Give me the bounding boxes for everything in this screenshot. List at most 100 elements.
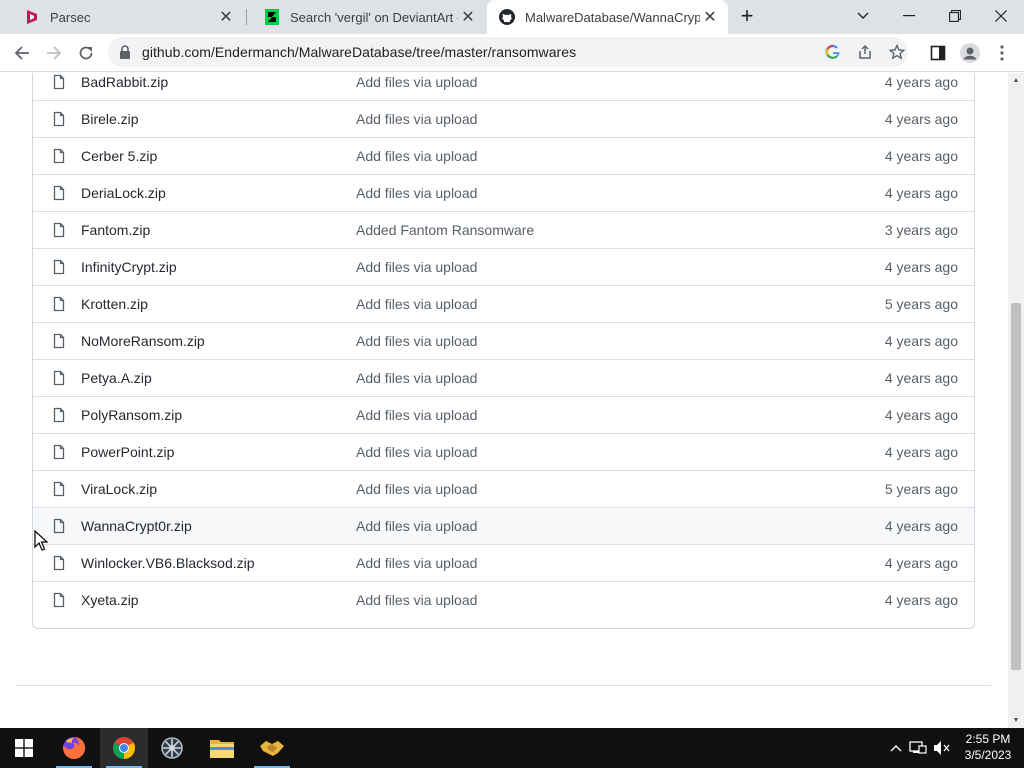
profile-avatar-icon[interactable] bbox=[956, 39, 984, 67]
file-row[interactable]: Xyeta.zip Add files via upload 4 years ago bbox=[33, 581, 974, 618]
commit-message-link[interactable]: Add files via upload bbox=[356, 185, 477, 201]
commit-message-link[interactable]: Add files via upload bbox=[356, 481, 477, 497]
close-window-icon[interactable] bbox=[978, 0, 1024, 32]
system-clock[interactable]: 2:55 PM 3/5/2023 bbox=[960, 731, 1016, 763]
commit-age: 4 years ago bbox=[884, 74, 958, 90]
back-icon[interactable] bbox=[8, 39, 36, 67]
commit-message-link[interactable]: Add files via upload bbox=[356, 148, 477, 164]
commit-message-link[interactable]: Add files via upload bbox=[356, 296, 477, 312]
file-icon bbox=[53, 481, 65, 497]
minimize-icon[interactable] bbox=[886, 0, 932, 32]
commit-age: 4 years ago bbox=[884, 259, 958, 275]
tab-title: Parsec bbox=[50, 9, 91, 25]
file-name-link[interactable]: Fantom.zip bbox=[81, 222, 150, 238]
file-name-link[interactable]: InfinityCrypt.zip bbox=[81, 259, 177, 275]
file-name-link[interactable]: Winlocker.VB6.Blacksod.zip bbox=[81, 555, 255, 571]
mouse-cursor-icon bbox=[34, 530, 48, 551]
file-name-link[interactable]: WannaCrypt0r.zip bbox=[81, 518, 192, 534]
handshake-app-icon[interactable] bbox=[248, 728, 296, 768]
file-row[interactable]: ViraLock.zip Add files via upload 5 years … bbox=[33, 470, 974, 507]
url-text[interactable]: github.com/Endermanch/MalwareDatabase/tr… bbox=[142, 44, 576, 60]
new-tab-button[interactable]: + bbox=[732, 0, 762, 32]
firefox-icon[interactable] bbox=[50, 728, 98, 768]
bookmark-star-icon[interactable] bbox=[888, 43, 906, 61]
file-row[interactable]: InfinityCrypt.zip Add files via upload 4 y… bbox=[33, 248, 974, 285]
scroll-up-arrow-icon[interactable]: ▲ bbox=[1012, 76, 1020, 84]
file-icon bbox=[53, 444, 65, 460]
file-name-link[interactable]: Petya.A.zip bbox=[81, 370, 152, 386]
commit-message-link[interactable]: Add files via upload bbox=[356, 555, 477, 571]
commit-message-link[interactable]: Add files via upload bbox=[356, 111, 477, 127]
file-row[interactable]: Petya.A.zip Add files via upload 4 years a… bbox=[33, 359, 974, 396]
file-name-link[interactable]: ViraLock.zip bbox=[81, 481, 157, 497]
file-row[interactable]: PowerPoint.zip Add files via upload 4 year… bbox=[33, 433, 974, 470]
file-name-link[interactable]: Birele.zip bbox=[81, 111, 139, 127]
restore-icon[interactable] bbox=[932, 0, 978, 32]
commit-message-link[interactable]: Add files via upload bbox=[356, 370, 477, 386]
commit-message-link[interactable]: Add files via upload bbox=[356, 333, 477, 349]
file-row[interactable]: NoMoreRansom.zip Add files via upload 4 ye… bbox=[33, 322, 974, 359]
close-tab-icon[interactable]: ✕ bbox=[458, 7, 478, 27]
lock-icon[interactable] bbox=[116, 43, 134, 61]
commit-message-link[interactable]: Added Fantom Ransomware bbox=[356, 222, 534, 238]
tray-overflow-chevron-icon[interactable] bbox=[886, 738, 906, 758]
tab-search-icon[interactable] bbox=[840, 0, 886, 32]
network-icon[interactable] bbox=[908, 738, 928, 758]
file-row[interactable]: Krotten.zip Add files via upload 5 years a… bbox=[33, 285, 974, 322]
commit-message-link[interactable]: Add files via upload bbox=[356, 592, 477, 608]
commit-message-link[interactable]: Add files via upload bbox=[356, 259, 477, 275]
file-row[interactable]: WannaCrypt0r.zip Add files via upload 4 ye… bbox=[33, 507, 974, 544]
file-row[interactable]: DeriaLock.zip Add files via upload 4 years… bbox=[33, 174, 974, 211]
browser-toolbar: github.com/Endermanch/MalwareDatabase/tr… bbox=[0, 34, 1024, 72]
page-scrollbar[interactable]: ▲ ▼ bbox=[1008, 73, 1024, 728]
file-name-link[interactable]: Krotten.zip bbox=[81, 296, 148, 312]
file-name-link[interactable]: Xyeta.zip bbox=[81, 592, 139, 608]
file-row[interactable]: BadRabbit.zip Add files via upload 4 years… bbox=[33, 73, 974, 100]
commit-message-link[interactable]: Add files via upload bbox=[356, 74, 477, 90]
file-row[interactable]: PolyRansom.zip Add files via upload 4 year… bbox=[33, 396, 974, 433]
browser-menu-icon[interactable] bbox=[988, 39, 1016, 67]
file-name-link[interactable]: DeriaLock.zip bbox=[81, 185, 166, 201]
file-name-link[interactable]: Cerber 5.zip bbox=[81, 148, 157, 164]
commit-age: 5 years ago bbox=[884, 481, 958, 497]
tab-title: MalwareDatabase/WannaCrypt0r bbox=[525, 9, 700, 25]
commit-age: 4 years ago bbox=[884, 185, 958, 201]
windows-start-icon[interactable] bbox=[0, 728, 48, 768]
commit-age: 4 years ago bbox=[884, 555, 958, 571]
file-name-link[interactable]: PolyRansom.zip bbox=[81, 407, 182, 423]
file-row[interactable]: Cerber 5.zip Add files via upload 4 years … bbox=[33, 137, 974, 174]
side-panel-icon[interactable] bbox=[924, 39, 952, 67]
app-wheel-icon[interactable] bbox=[148, 728, 196, 768]
file-icon bbox=[53, 111, 65, 127]
file-name-link[interactable]: PowerPoint.zip bbox=[81, 444, 174, 460]
file-name-link[interactable]: BadRabbit.zip bbox=[81, 74, 168, 90]
tab-github[interactable]: MalwareDatabase/WannaCrypt0r ✕ bbox=[487, 0, 728, 34]
address-bar[interactable]: github.com/Endermanch/MalwareDatabase/tr… bbox=[108, 37, 908, 67]
file-row[interactable]: Fantom.zip Added Fantom Ransomware 3 years… bbox=[33, 211, 974, 248]
file-row[interactable]: Winlocker.VB6.Blacksod.zip Add files via … bbox=[33, 544, 974, 581]
scroll-down-arrow-icon[interactable]: ▼ bbox=[1012, 716, 1020, 724]
chrome-icon[interactable] bbox=[100, 728, 148, 768]
tab-deviantart[interactable]: Search 'vergil' on DeviantArt - Di ✕ bbox=[248, 0, 486, 34]
share-icon[interactable] bbox=[856, 43, 874, 61]
google-lens-icon[interactable] bbox=[824, 43, 842, 61]
commit-age: 4 years ago bbox=[884, 333, 958, 349]
file-row[interactable]: Birele.zip Add files via upload 4 years ag… bbox=[33, 100, 974, 137]
file-name-link[interactable]: NoMoreRansom.zip bbox=[81, 333, 205, 349]
scrollbar-thumb[interactable] bbox=[1011, 303, 1021, 670]
commit-message-link[interactable]: Add files via upload bbox=[356, 444, 477, 460]
file-icon bbox=[53, 185, 65, 201]
volume-muted-icon[interactable] bbox=[932, 738, 952, 758]
forward-icon[interactable] bbox=[40, 39, 68, 67]
file-icon bbox=[53, 518, 65, 534]
close-tab-icon[interactable]: ✕ bbox=[216, 7, 236, 27]
commit-message-link[interactable]: Add files via upload bbox=[356, 407, 477, 423]
commit-message-link[interactable]: Add files via upload bbox=[356, 518, 477, 534]
close-tab-icon[interactable]: ✕ bbox=[700, 7, 720, 27]
clock-date: 3/5/2023 bbox=[964, 748, 1012, 762]
file-explorer-icon[interactable] bbox=[198, 728, 246, 768]
reload-icon[interactable] bbox=[72, 39, 100, 67]
tab-title: Search 'vergil' on DeviantArt - Di bbox=[290, 9, 458, 25]
tab-parsec[interactable]: Parsec ✕ bbox=[8, 0, 244, 34]
footer-divider bbox=[16, 685, 991, 686]
